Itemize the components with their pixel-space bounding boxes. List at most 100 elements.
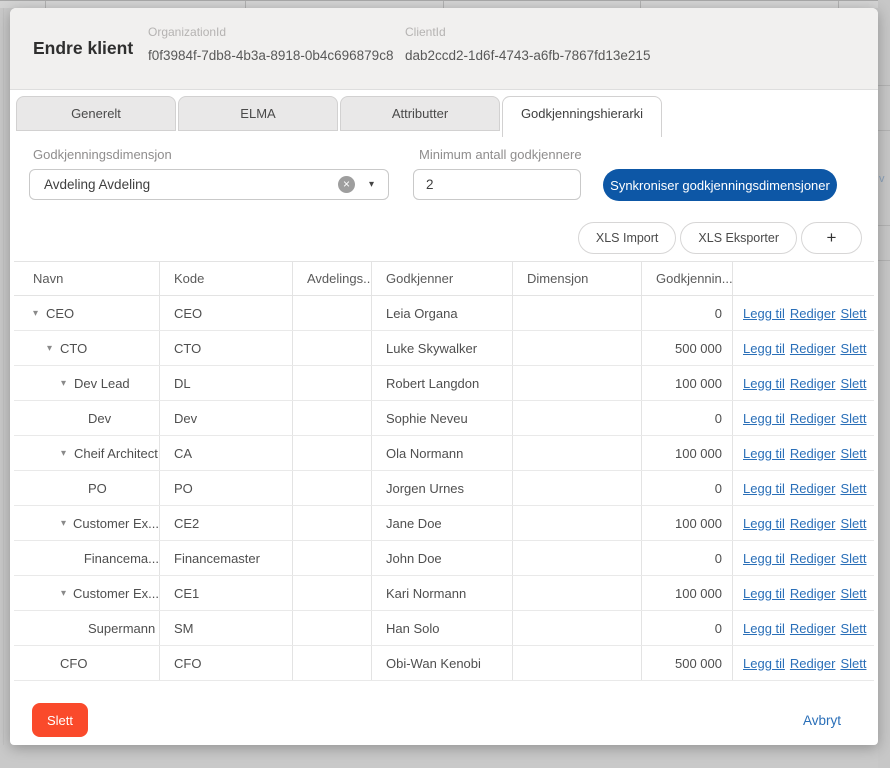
legg-til-link[interactable]: Legg til [743, 621, 785, 636]
approver-cell: Obi-Wan Kenobi [372, 646, 513, 680]
row-name: CTO [60, 341, 87, 356]
row-name: Financema... [84, 551, 159, 566]
tab-generelt[interactable]: Generelt [16, 96, 176, 131]
collapse-caret-icon[interactable]: ▾ [61, 448, 74, 459]
client-id-label: ClientId [405, 25, 650, 39]
tab-attributter[interactable]: Attributter [340, 96, 500, 131]
column-header-navn: Navn [14, 262, 160, 295]
slett-link[interactable]: Slett [840, 341, 866, 356]
slett-link[interactable]: Slett [840, 551, 866, 566]
amount-cell: 0 [642, 401, 733, 435]
rediger-link[interactable]: Rediger [790, 481, 836, 496]
slett-link[interactable]: Slett [840, 621, 866, 636]
amount-cell: 100 000 [642, 366, 733, 400]
department-cell [293, 541, 372, 575]
actions-cell: Legg til Rediger Slett [733, 541, 874, 575]
legg-til-link[interactable]: Legg til [743, 376, 785, 391]
approver-cell: Ola Normann [372, 436, 513, 470]
approver-cell: Jorgen Urnes [372, 471, 513, 505]
clear-selection-icon[interactable]: × [338, 176, 355, 193]
dimension-select-value: Avdeling Avdeling [30, 177, 338, 192]
actions-cell: Legg til Rediger Slett [733, 611, 874, 645]
client-id-group: ClientId dab2ccd2-1d6f-4743-a6fb-7867fd1… [405, 25, 650, 63]
legg-til-link[interactable]: Legg til [743, 656, 785, 671]
rediger-link[interactable]: Rediger [790, 341, 836, 356]
department-cell [293, 366, 372, 400]
department-cell [293, 401, 372, 435]
xls-import-button[interactable]: XLS Import [578, 222, 677, 254]
row-name: Dev Lead [74, 376, 130, 391]
slett-link[interactable]: Slett [840, 446, 866, 461]
background-edge-line [3, 8, 4, 745]
screen: v Endre klient OrganizationId f0f3984f-7… [0, 0, 890, 768]
slett-link[interactable]: Slett [840, 481, 866, 496]
amount-cell: 0 [642, 471, 733, 505]
client-id-value: dab2ccd2-1d6f-4743-a6fb-7867fd13e215 [405, 48, 650, 63]
name-cell: ▾CTO [14, 331, 160, 365]
slett-link[interactable]: Slett [840, 411, 866, 426]
collapse-caret-icon[interactable]: ▾ [61, 378, 74, 389]
row-name: Customer Ex... [73, 516, 159, 531]
approver-cell: Jane Doe [372, 506, 513, 540]
legg-til-link[interactable]: Legg til [743, 481, 785, 496]
row-name: Customer Ex... [73, 586, 159, 601]
background-row-divider [878, 130, 890, 131]
legg-til-link[interactable]: Legg til [743, 551, 785, 566]
dimension-cell [513, 296, 642, 330]
legg-til-link[interactable]: Legg til [743, 516, 785, 531]
dimension-cell [513, 541, 642, 575]
legg-til-link[interactable]: Legg til [743, 306, 785, 321]
background-row-divider [878, 225, 890, 226]
legg-til-link[interactable]: Legg til [743, 411, 785, 426]
rediger-link[interactable]: Rediger [790, 306, 836, 321]
tab-elma[interactable]: ELMA [178, 96, 338, 131]
tab-godkjenningshierarki[interactable]: Godkjenningshierarki [502, 96, 662, 137]
dimension-select[interactable]: Avdeling Avdeling × ▾ [29, 169, 389, 200]
code-cell: CE1 [160, 576, 293, 610]
collapse-caret-icon[interactable]: ▾ [47, 343, 60, 354]
min-approvers-input[interactable] [413, 169, 581, 200]
dimension-select-label: Godkjenningsdimensjon [33, 147, 172, 162]
name-cell: Supermann [14, 611, 160, 645]
dimension-cell [513, 576, 642, 610]
slett-link[interactable]: Slett [840, 376, 866, 391]
amount-cell: 500 000 [642, 646, 733, 680]
approver-cell: John Doe [372, 541, 513, 575]
legg-til-link[interactable]: Legg til [743, 446, 785, 461]
slett-link[interactable]: Slett [840, 306, 866, 321]
table-row: ▾Customer Ex...CE2Jane Doe100 000Legg ti… [14, 506, 874, 541]
chevron-down-icon[interactable]: ▾ [369, 179, 374, 190]
min-approvers-label: Minimum antall godkjennere [419, 147, 582, 162]
rediger-link[interactable]: Rediger [790, 586, 836, 601]
dimension-cell [513, 401, 642, 435]
column-header-avdelings: Avdelings... [293, 262, 372, 295]
approver-cell: Han Solo [372, 611, 513, 645]
slett-link[interactable]: Slett [840, 516, 866, 531]
rediger-link[interactable]: Rediger [790, 656, 836, 671]
slett-link[interactable]: Slett [840, 656, 866, 671]
legg-til-link[interactable]: Legg til [743, 586, 785, 601]
sync-dimensions-button[interactable]: Synkroniser godkjenningsdimensjoner [603, 169, 837, 201]
code-cell: SM [160, 611, 293, 645]
background-row-divider [878, 260, 890, 261]
code-cell: Financemaster [160, 541, 293, 575]
legg-til-link[interactable]: Legg til [743, 341, 785, 356]
collapse-caret-icon[interactable]: ▾ [61, 588, 73, 599]
delete-button[interactable]: Slett [32, 703, 88, 737]
name-cell: Financema... [14, 541, 160, 575]
rediger-link[interactable]: Rediger [790, 411, 836, 426]
cancel-link[interactable]: Avbryt [803, 713, 841, 728]
department-cell [293, 611, 372, 645]
name-cell: ▾Cheif Architect [14, 436, 160, 470]
code-cell: DL [160, 366, 293, 400]
rediger-link[interactable]: Rediger [790, 376, 836, 391]
rediger-link[interactable]: Rediger [790, 516, 836, 531]
rediger-link[interactable]: Rediger [790, 621, 836, 636]
xls-export-button[interactable]: XLS Eksporter [680, 222, 797, 254]
collapse-caret-icon[interactable]: ▾ [33, 308, 46, 319]
rediger-link[interactable]: Rediger [790, 446, 836, 461]
collapse-caret-icon[interactable]: ▾ [61, 518, 73, 529]
slett-link[interactable]: Slett [840, 586, 866, 601]
add-row-button[interactable]: + [801, 222, 862, 254]
rediger-link[interactable]: Rediger [790, 551, 836, 566]
